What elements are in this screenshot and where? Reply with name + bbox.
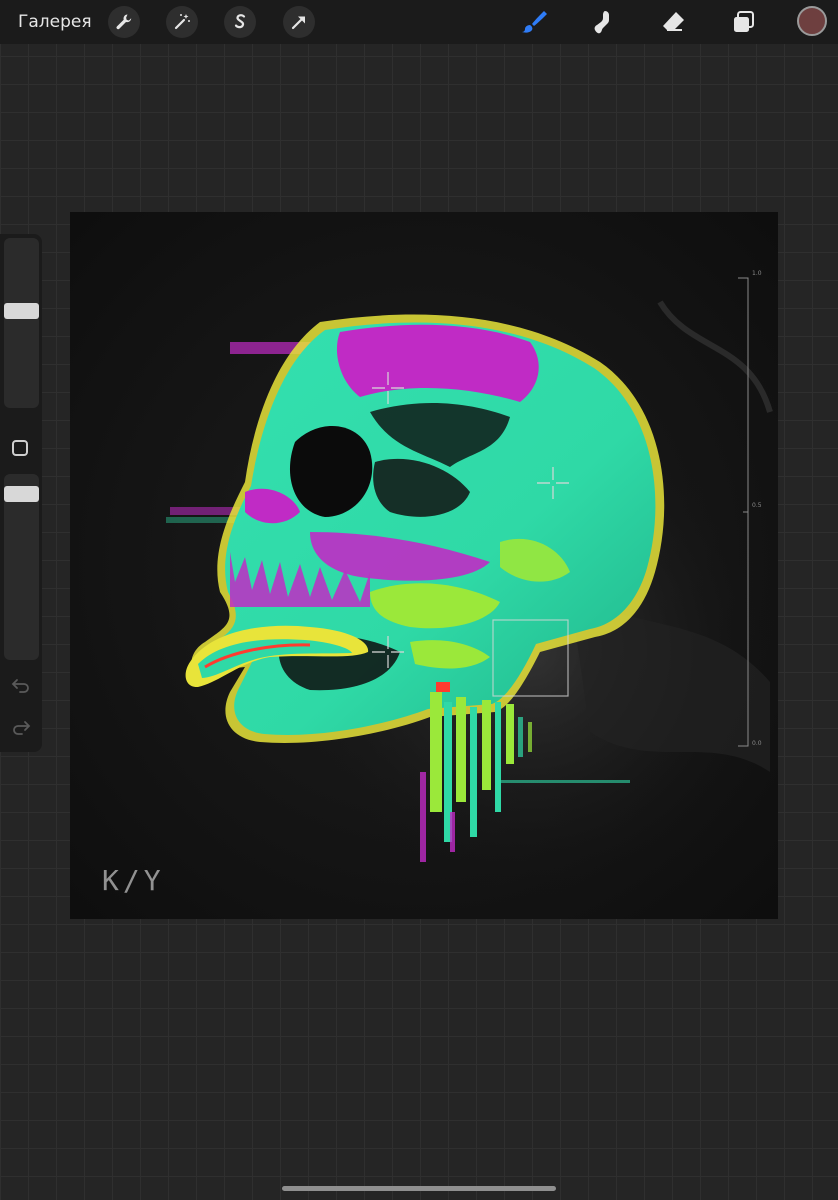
home-indicator[interactable]: [282, 1186, 556, 1191]
color-picker-button[interactable]: [797, 6, 827, 36]
gallery-button[interactable]: Галерея: [18, 10, 92, 34]
opacity-slider[interactable]: [4, 474, 39, 660]
undo-icon: [11, 679, 29, 693]
transform-button[interactable]: [283, 6, 315, 38]
hud-scale-mid-label: 0.5: [752, 502, 762, 509]
drawing-canvas[interactable]: 1.0 0.5 0.0 K/Y: [70, 212, 778, 919]
adjustments-button[interactable]: [166, 6, 198, 38]
selection-s-icon: [234, 14, 246, 29]
procreate-app: Галерея 1.0 0.5 0.0 K/Y: [0, 0, 838, 1200]
undo-button[interactable]: [10, 674, 32, 696]
layers-icon: [734, 11, 754, 32]
hud-scale-bottom-label: 0.0: [752, 740, 762, 747]
brush-icon: [522, 11, 547, 33]
brush-size-slider[interactable]: [4, 238, 39, 408]
selection-button[interactable]: [224, 6, 256, 38]
magic-wand-icon: [174, 14, 190, 30]
square-icon[interactable]: [12, 440, 28, 456]
smudge-icon: [594, 11, 609, 34]
opacity-thumb[interactable]: [4, 486, 39, 502]
artwork-skull: [70, 212, 778, 919]
actions-button[interactable]: [108, 6, 140, 38]
layers-button[interactable]: [726, 6, 760, 38]
redo-button[interactable]: [10, 716, 32, 738]
brush-size-thumb[interactable]: [4, 303, 39, 319]
redo-icon: [13, 721, 31, 735]
hud-scale-top-label: 1.0: [752, 270, 762, 277]
wrench-icon: [116, 14, 132, 30]
eraser-icon: [663, 12, 684, 31]
smudge-tool-button[interactable]: [586, 6, 620, 38]
eraser-tool-button[interactable]: [656, 6, 690, 38]
artwork-signature: K/Y: [102, 864, 165, 897]
left-sidebar: [0, 234, 42, 752]
paint-tool-button[interactable]: [516, 6, 550, 38]
top-toolbar: Галерея: [0, 0, 838, 44]
transform-arrow-icon: [291, 16, 305, 30]
